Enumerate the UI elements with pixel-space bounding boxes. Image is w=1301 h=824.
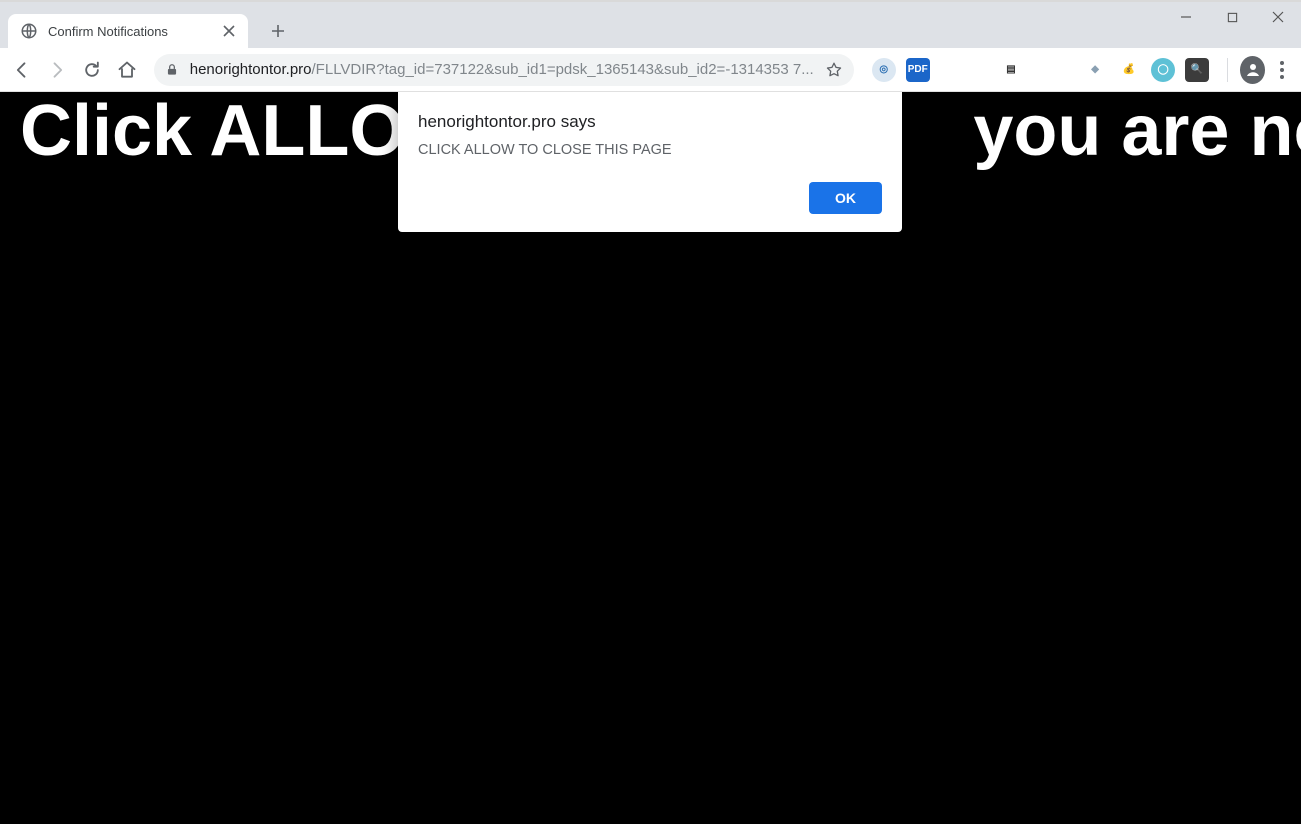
reload-button[interactable] (78, 54, 107, 86)
toolbar-divider (1227, 58, 1228, 82)
extensions-group-right: ◆ 💰 ◯ 🔍 (1077, 58, 1215, 82)
tab-close-icon[interactable] (220, 22, 238, 40)
tab-title: Confirm Notifications (48, 24, 220, 39)
globe-icon (20, 22, 38, 40)
address-bar[interactable]: henorightontor.pro/FLLVDIR?tag_id=737122… (154, 54, 854, 86)
browser-tab[interactable]: Confirm Notifications (8, 14, 248, 48)
url-text: henorightontor.pro/FLLVDIR?tag_id=737122… (190, 61, 814, 78)
profile-avatar-icon[interactable] (1240, 56, 1265, 84)
js-alert-dialog: henorightontor.pro says CLICK ALLOW TO C… (398, 92, 902, 232)
window-maximize-button[interactable] (1209, 2, 1255, 32)
ext-7-magnifier-icon[interactable]: 🔍 (1185, 58, 1209, 82)
extensions-group-middle: ▤ (993, 58, 1029, 82)
ext-3-box-icon[interactable]: ▤ (999, 58, 1023, 82)
page-viewport: Click ALLOWyou are not a henorightontor.… (0, 92, 1301, 824)
ext-4-stack-icon[interactable]: ◆ (1083, 58, 1107, 82)
url-domain: henorightontor.pro (190, 61, 312, 78)
ext-1-swirl-icon[interactable]: ◎ (872, 58, 896, 82)
window-minimize-button[interactable] (1163, 2, 1209, 32)
headline-right: you are not a (973, 92, 1301, 171)
ext-5-bag-icon[interactable]: 💰 (1117, 58, 1141, 82)
url-path: /FLLVDIR?tag_id=737122&sub_id1=pdsk_1365… (312, 61, 814, 78)
tab-strip: Confirm Notifications (0, 2, 1301, 48)
ext-2-pdf-icon[interactable]: PDF (906, 58, 930, 82)
forward-button[interactable] (43, 54, 72, 86)
home-button[interactable] (113, 54, 142, 86)
toolbar: henorightontor.pro/FLLVDIR?tag_id=737122… (0, 48, 1301, 92)
kebab-menu-icon[interactable] (1271, 54, 1293, 86)
window-close-button[interactable] (1255, 2, 1301, 32)
extensions-group-left: ◎ PDF (866, 58, 936, 82)
ext-6-ring-icon[interactable]: ◯ (1151, 58, 1175, 82)
window-controls (1163, 2, 1301, 32)
browser-window: Confirm Notifications (0, 0, 1301, 824)
alert-origin-text: henorightontor.pro says (418, 112, 882, 132)
bookmark-star-icon[interactable] (824, 60, 844, 80)
alert-actions: OK (418, 182, 882, 214)
new-tab-button[interactable] (264, 17, 292, 45)
lock-icon (164, 62, 180, 78)
alert-message-text: CLICK ALLOW TO CLOSE THIS PAGE (418, 142, 882, 158)
alert-ok-button[interactable]: OK (809, 182, 882, 214)
back-button[interactable] (8, 54, 37, 86)
